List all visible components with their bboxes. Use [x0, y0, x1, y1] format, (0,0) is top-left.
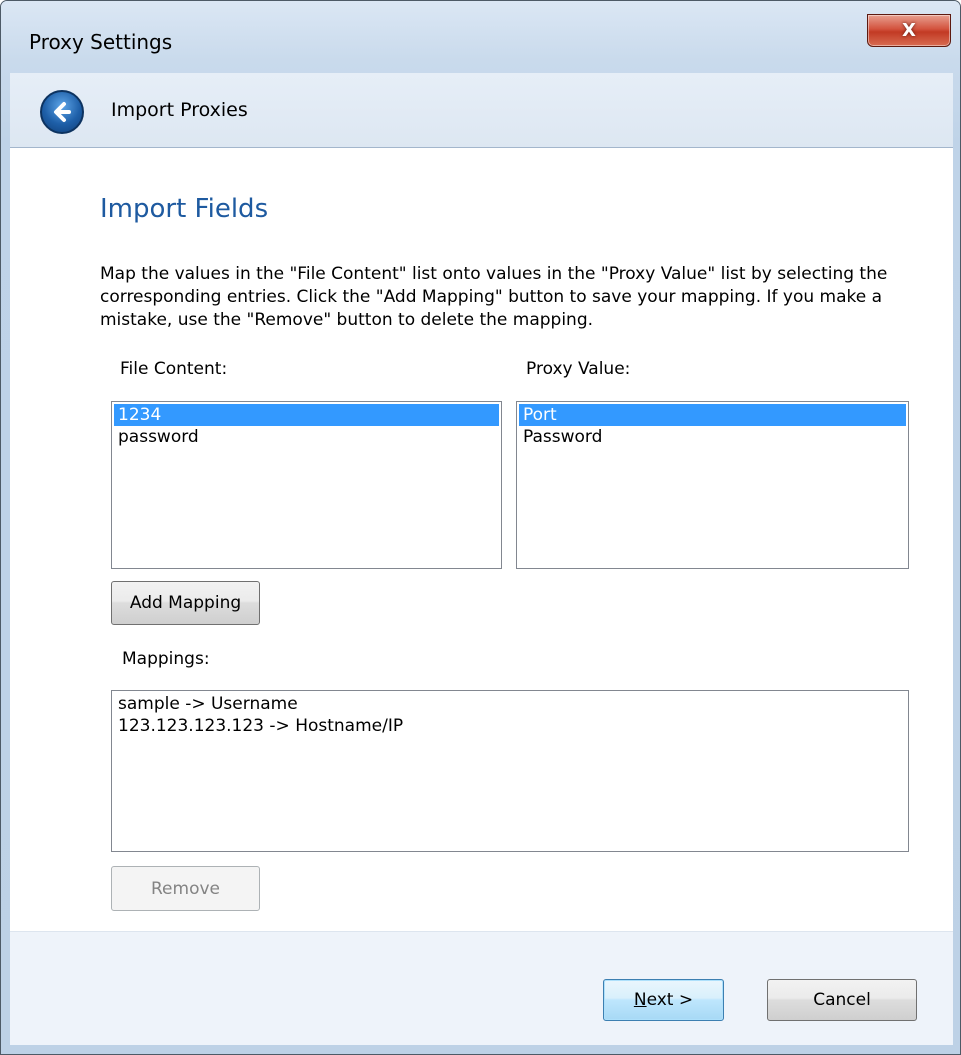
next-label: ext >	[646, 990, 694, 1010]
mapping-item[interactable]: 123.123.123.123 -> Hostname/IP	[114, 715, 906, 737]
proxy-value-label: Proxy Value:	[526, 359, 631, 379]
proxy-value-list[interactable]: Port Password	[516, 401, 909, 569]
wizard-title: Import Proxies	[111, 99, 248, 121]
next-mnemonic: N	[633, 990, 647, 1010]
back-arrow-icon	[54, 102, 71, 122]
mappings-list[interactable]: sample -> Username 123.123.123.123 -> Ho…	[111, 690, 909, 852]
window-title: Proxy Settings	[29, 30, 173, 54]
mapping-item[interactable]: sample -> Username	[114, 693, 906, 715]
back-button[interactable]	[40, 90, 84, 134]
add-mapping-button[interactable]: Add Mapping	[111, 581, 260, 625]
file-content-item[interactable]: password	[114, 426, 499, 448]
proxy-settings-window: Proxy Settings X Import Proxies Import F…	[0, 0, 961, 1055]
file-content-label: File Content:	[120, 359, 228, 379]
proxy-value-item[interactable]: Password	[519, 426, 906, 448]
next-button[interactable]: Next >	[603, 979, 724, 1021]
remove-button[interactable]: Remove	[111, 866, 260, 911]
close-icon: X	[902, 20, 916, 41]
mappings-label: Mappings:	[122, 649, 210, 669]
close-button[interactable]: X	[867, 14, 951, 47]
proxy-value-item[interactable]: Port	[519, 404, 906, 426]
file-content-item[interactable]: 1234	[114, 404, 499, 426]
file-content-list[interactable]: 1234 password	[111, 401, 502, 569]
page-heading: Import Fields	[100, 194, 269, 224]
cancel-button[interactable]: Cancel	[767, 979, 917, 1021]
page-description: Map the values in the "File Content" lis…	[100, 264, 888, 330]
